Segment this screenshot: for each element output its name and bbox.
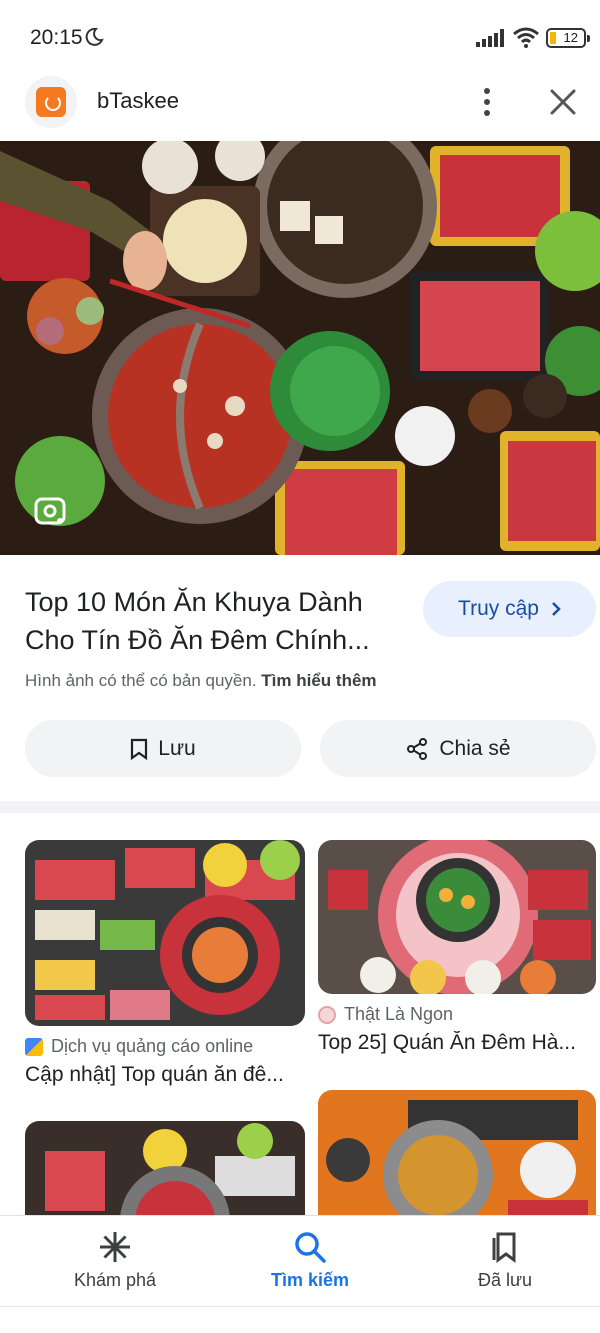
result-source: Thật Là Ngon	[318, 1004, 596, 1025]
moon-icon	[85, 27, 104, 46]
status-bar: 20:15 12	[0, 0, 600, 76]
result-title[interactable]: Top 25] Quán Ăn Đêm Hà...	[318, 1031, 596, 1055]
hero-image[interactable]	[0, 141, 600, 555]
more-vert-icon[interactable]	[470, 82, 504, 122]
close-icon[interactable]	[544, 82, 582, 122]
result-thumbnail[interactable]	[318, 840, 596, 994]
save-label: Lưu	[158, 736, 196, 760]
nav-explore[interactable]: Khám phá	[40, 1230, 190, 1291]
site-logo[interactable]	[25, 76, 77, 128]
nav-saved-label: Đã lưu	[477, 1270, 533, 1290]
visit-label: Truy cập	[458, 597, 539, 620]
share-label: Chia sẻ	[439, 736, 511, 760]
source-favicon-icon	[25, 1037, 43, 1056]
nav-search[interactable]: Tìm kiếm	[235, 1230, 385, 1291]
section-divider	[0, 801, 600, 813]
chevron-right-icon	[552, 602, 561, 616]
result-source-name: Thật Là Ngon	[344, 1004, 454, 1024]
signal-icon	[476, 29, 504, 47]
result-card[interactable]: Thật Là Ngon Top 25] Quán Ăn Đêm Hà...	[318, 840, 596, 1055]
page-title-line2: Cho Tín Đồ Ăn Đêm Chính...	[25, 625, 370, 655]
page-title[interactable]: Top 10 Món Ăn Khuya Dành Cho Tín Đồ Ăn Đ…	[25, 583, 405, 659]
nav-explore-label: Khám phá	[73, 1270, 157, 1290]
copyright-notice: Hình ảnh có thể có bản quyền. Tìm hiểu t…	[25, 671, 377, 691]
learn-more-link[interactable]: Tìm hiểu thêm	[261, 671, 376, 690]
bookmark-icon	[131, 738, 148, 760]
result-card[interactable]: Dịch vụ quảng cáo online Cập nhật] Top q…	[25, 840, 305, 1087]
result-source: Dịch vụ quảng cáo online	[25, 1036, 305, 1057]
share-icon	[407, 737, 428, 760]
nav-saved[interactable]: Đã lưu	[430, 1230, 580, 1291]
sparkle-icon	[100, 1232, 130, 1262]
site-name[interactable]: bTaskee	[97, 88, 179, 114]
nav-search-label: Tìm kiếm	[270, 1270, 350, 1290]
bookmarks-icon	[492, 1232, 516, 1263]
wifi-icon	[513, 27, 539, 48]
viewer-header: bTaskee	[0, 76, 600, 140]
nav-divider	[0, 1306, 600, 1307]
status-time: 20:15	[30, 26, 83, 49]
hotpot-illustration	[0, 141, 600, 555]
battery-icon: 12	[546, 28, 590, 48]
share-button[interactable]: Chia sẻ	[320, 720, 596, 777]
page-title-line1: Top 10 Món Ăn Khuya Dành	[25, 587, 363, 617]
copyright-text: Hình ảnh có thể có bản quyền.	[25, 671, 257, 690]
google-lens-icon[interactable]	[30, 491, 70, 531]
save-button[interactable]: Lưu	[25, 720, 301, 777]
result-source-name: Dịch vụ quảng cáo online	[51, 1036, 254, 1056]
result-thumbnail[interactable]	[25, 840, 305, 1026]
bottom-navigation: Khám phá Tìm kiếm Đã lưu	[0, 1215, 600, 1333]
source-favicon-icon	[318, 1005, 336, 1024]
search-icon	[295, 1232, 326, 1263]
visit-button[interactable]: Truy cập	[423, 581, 596, 637]
result-title[interactable]: Cập nhật] Top quán ăn đê...	[25, 1063, 305, 1087]
